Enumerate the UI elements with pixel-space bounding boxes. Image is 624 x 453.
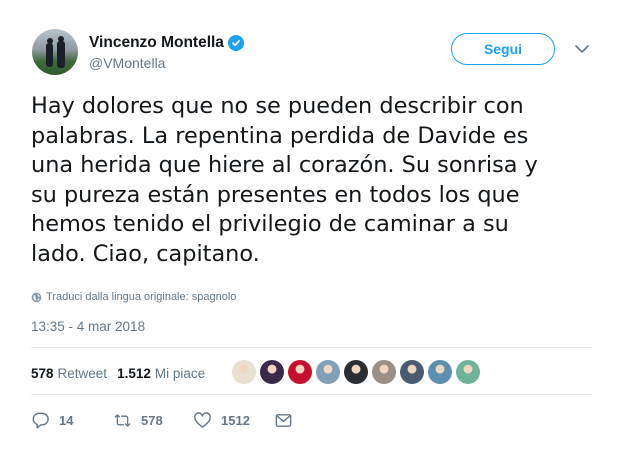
reply-button[interactable]: 14 bbox=[31, 410, 73, 430]
like-label[interactable]: Mi piace bbox=[155, 366, 205, 381]
liker-avatar[interactable] bbox=[400, 360, 424, 384]
liker-avatar[interactable] bbox=[260, 360, 284, 384]
divider bbox=[31, 347, 592, 348]
heart-icon bbox=[194, 411, 211, 428]
liker-avatar[interactable] bbox=[232, 360, 256, 384]
divider bbox=[31, 394, 592, 395]
liker-avatar[interactable] bbox=[316, 360, 340, 384]
verified-badge-icon bbox=[227, 35, 244, 51]
like-count[interactable]: 1.512 bbox=[117, 366, 151, 381]
retweet-action-count: 578 bbox=[141, 412, 163, 428]
retweet-button[interactable]: 578 bbox=[113, 410, 163, 430]
like-button[interactable]: 1512 bbox=[193, 410, 250, 430]
translate-label[interactable]: Traduci dalla lingua originale: spagnolo bbox=[46, 291, 236, 303]
tweet-text: Hay dolores que no se pueden describir c… bbox=[31, 92, 591, 270]
retweet-count[interactable]: 578 bbox=[31, 366, 54, 381]
avatar[interactable] bbox=[32, 29, 78, 75]
like-action-count: 1512 bbox=[221, 412, 250, 428]
tweet-text-line: Hay dolores que no se pueden describir c… bbox=[31, 93, 524, 119]
reply-count: 14 bbox=[59, 412, 74, 428]
tweet-text-line: lado. Ciao, capitano. bbox=[31, 240, 260, 267]
user-handle[interactable]: @VMontella bbox=[89, 55, 165, 71]
tweet-text-line: hemos tenido el privilegio de caminar a … bbox=[31, 211, 509, 238]
tweet-stats: 578 Retweet 1.512 Mi piace bbox=[31, 364, 215, 382]
retweet-label[interactable]: Retweet bbox=[58, 366, 108, 381]
tweet-text-line: palabras. La repentina perdida de Davide… bbox=[31, 122, 529, 149]
liker-avatar[interactable] bbox=[372, 360, 396, 384]
avatar-figure bbox=[46, 43, 53, 67]
globe-icon bbox=[31, 292, 42, 302]
direct-message-button[interactable] bbox=[274, 410, 293, 430]
user-name[interactable]: Vincenzo Montella bbox=[89, 34, 224, 52]
avatar-figure bbox=[57, 41, 65, 68]
liker-avatar[interactable] bbox=[428, 360, 452, 384]
liker-avatar[interactable] bbox=[456, 360, 480, 384]
retweet-icon bbox=[114, 413, 131, 427]
translate-link[interactable]: Traduci dalla lingua originale: spagnolo bbox=[31, 290, 236, 304]
tweet-text-line: su pureza están presentes en todos los q… bbox=[31, 181, 520, 208]
reply-icon bbox=[32, 412, 49, 429]
tweet-timestamp[interactable]: 13:35 - 4 mar 2018 bbox=[31, 319, 145, 334]
user-name-row[interactable]: Vincenzo Montella bbox=[89, 33, 244, 53]
tweet-text-line: una herida que hiere al corazón. Su sonr… bbox=[31, 152, 538, 179]
liker-avatar[interactable] bbox=[344, 360, 368, 384]
liker-avatar[interactable] bbox=[288, 360, 312, 384]
follow-button[interactable]: Segui bbox=[451, 33, 555, 65]
chevron-down-icon[interactable] bbox=[574, 42, 590, 56]
envelope-icon bbox=[275, 413, 292, 427]
likers-avatars bbox=[232, 360, 484, 384]
tweet-card: Vincenzo Montella @VMontella Segui Hay d… bbox=[0, 0, 624, 453]
